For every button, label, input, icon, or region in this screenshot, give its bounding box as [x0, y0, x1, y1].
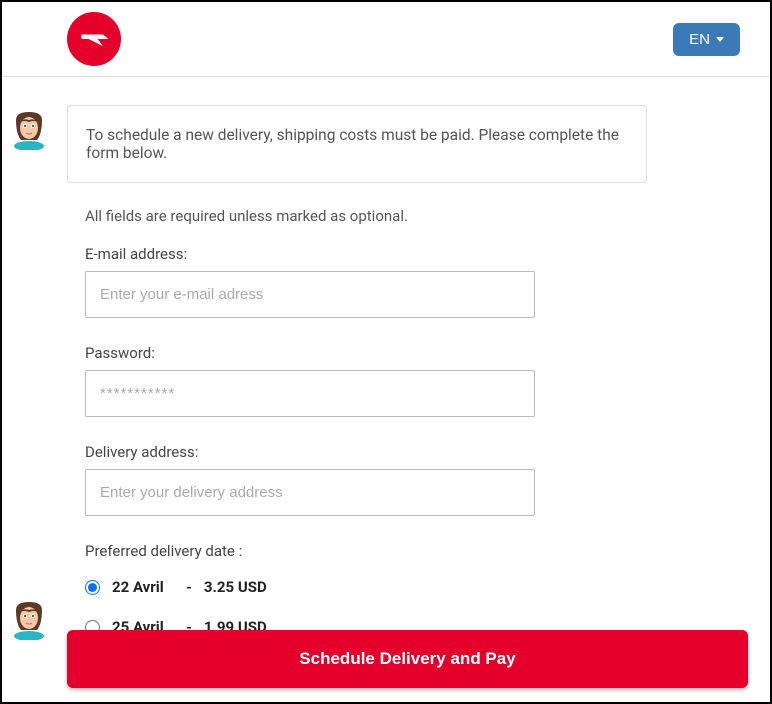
date-option-0-date: 22 Avril	[112, 578, 174, 596]
email-label: E-mail address:	[85, 245, 519, 263]
email-input[interactable]	[85, 271, 535, 318]
required-note: All fields are required unless marked as…	[85, 207, 519, 225]
chevron-down-icon	[716, 37, 724, 42]
date-option-0[interactable]: 22 Avril - 3.25 USD	[85, 578, 519, 596]
separator: -	[186, 578, 192, 596]
password-label: Password:	[85, 344, 519, 362]
header: EN	[2, 2, 770, 77]
schedule-pay-button[interactable]: Schedule Delivery and Pay	[67, 630, 748, 688]
main-content: To schedule a new delivery, shipping cos…	[2, 77, 770, 668]
date-option-0-price: 3.25 USD	[204, 578, 267, 596]
language-selector[interactable]: EN	[673, 23, 740, 56]
delivery-form: All fields are required unless marked as…	[67, 191, 537, 668]
info-message: To schedule a new delivery, shipping cos…	[67, 105, 647, 183]
password-input[interactable]	[85, 370, 535, 417]
language-label: EN	[689, 31, 710, 48]
date-label: Preferred delivery date :	[85, 542, 519, 560]
wing-icon	[76, 21, 112, 57]
brand-logo	[67, 12, 121, 66]
address-label: Delivery address:	[85, 443, 519, 461]
date-radio-0[interactable]	[85, 580, 100, 595]
address-input[interactable]	[85, 469, 535, 516]
